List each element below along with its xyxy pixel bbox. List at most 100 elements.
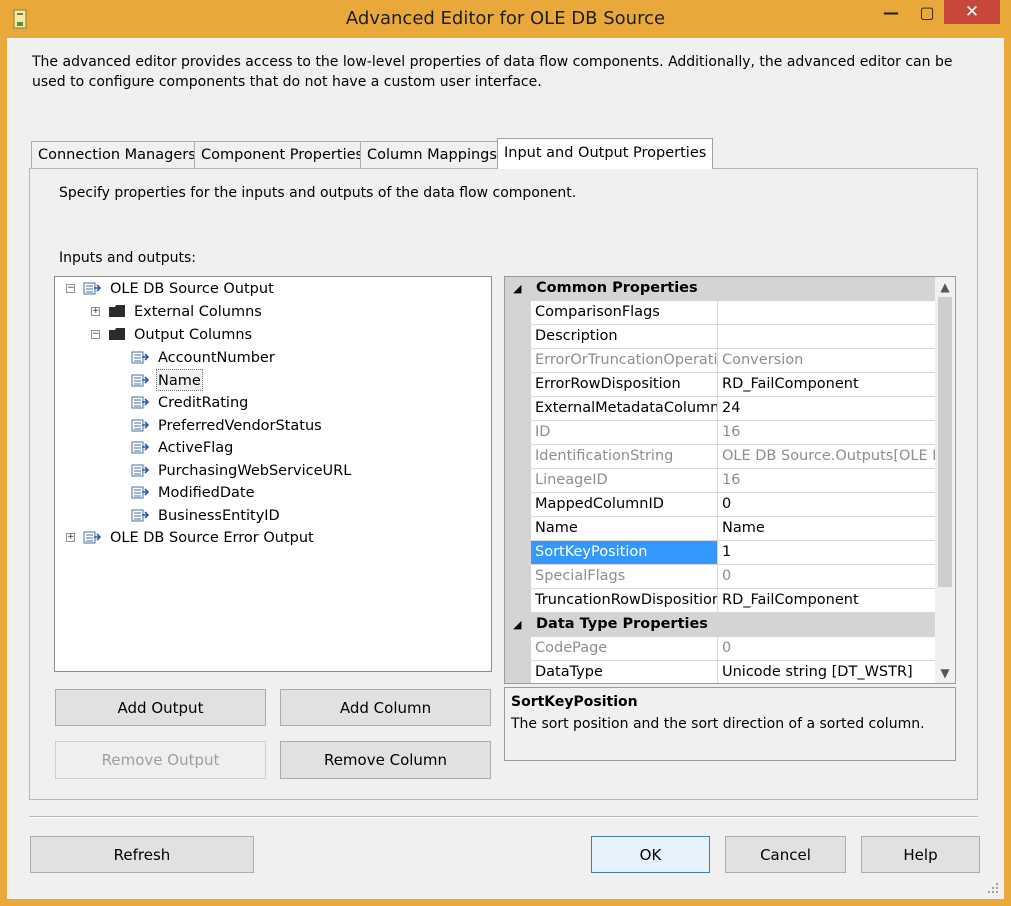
tab-panel: Specify properties for the inputs and ou… — [29, 168, 978, 800]
property-grid[interactable]: ◢ Common Properties ComparisonFlags Desc… — [504, 276, 956, 684]
help-text: The sort position and the sort direction… — [511, 716, 925, 732]
tree-node-column[interactable]: ActiveFlag — [158, 437, 233, 459]
property-row[interactable]: CodePage 0 — [505, 637, 935, 661]
tree-node-output-columns[interactable]: Output Columns — [134, 324, 252, 346]
property-row[interactable]: MappedColumnID 0 — [505, 493, 935, 517]
property-value[interactable]: Name — [718, 517, 935, 541]
property-help-box: SortKeyPosition The sort position and th… — [504, 687, 956, 761]
tree-node-column[interactable]: AccountNumber — [158, 347, 275, 369]
property-value: Conversion — [718, 349, 935, 373]
tree-node-column[interactable]: BusinessEntityID — [158, 505, 280, 527]
property-grid-scrollbar[interactable]: ▲ ▼ — [935, 277, 955, 683]
scroll-down-icon[interactable]: ▼ — [935, 663, 955, 683]
property-row[interactable]: IdentificationString OLE DB Source.Outpu… — [505, 445, 935, 469]
property-row[interactable]: ExternalMetadataColumnID 24 — [505, 397, 935, 421]
remove-column-button[interactable]: Remove Column — [280, 741, 491, 779]
property-row[interactable]: DataType Unicode string [DT_WSTR] — [505, 661, 935, 683]
property-name: ComparisonFlags — [531, 301, 718, 325]
tree-node-external-columns[interactable]: External Columns — [134, 301, 262, 323]
scroll-up-icon[interactable]: ▲ — [935, 277, 955, 297]
tree-node-column[interactable]: CreditRating — [158, 392, 248, 414]
tab-component-properties[interactable]: Component Properties — [194, 141, 371, 169]
tree-node-column[interactable]: PurchasingWebServiceURL — [158, 460, 351, 482]
advanced-editor-window: Advanced Editor for OLE DB Source — ▢ ✕ … — [0, 0, 1011, 906]
property-value: 0 — [718, 565, 935, 589]
collapse-caret-icon[interactable]: ◢ — [513, 613, 521, 636]
property-name: ID — [531, 421, 718, 445]
property-name: LineageID — [531, 469, 718, 493]
property-value[interactable]: 1 — [718, 541, 935, 565]
property-row-selected[interactable]: SortKeyPosition 1 — [505, 541, 935, 565]
property-name: Description — [531, 325, 718, 349]
property-row[interactable]: ErrorOrTruncationOperation Conversion — [505, 349, 935, 373]
property-value[interactable] — [718, 301, 935, 325]
property-name: Name — [531, 517, 718, 541]
property-value[interactable]: RD_FailComponent — [718, 373, 935, 397]
scroll-thumb[interactable] — [938, 297, 952, 587]
property-row[interactable]: TruncationRowDisposition RD_FailComponen… — [505, 589, 935, 613]
property-row[interactable]: Name Name — [505, 517, 935, 541]
close-button[interactable]: ✕ — [944, 0, 1000, 24]
tree-node-column-selected[interactable]: Name — [156, 369, 203, 391]
property-value[interactable] — [718, 325, 935, 349]
refresh-button[interactable]: Refresh — [30, 836, 254, 873]
property-row[interactable]: ComparisonFlags — [505, 301, 935, 325]
add-column-button[interactable]: Add Column — [280, 689, 491, 726]
inputs-outputs-tree[interactable]: − OLE DB Source Output + External Column… — [54, 276, 492, 672]
property-row[interactable]: ID 16 — [505, 421, 935, 445]
tree-node-column[interactable]: PreferredVendorStatus — [158, 415, 322, 437]
minimize-button[interactable]: — — [874, 0, 908, 24]
category-label: Common Properties — [536, 280, 698, 296]
property-name: SortKeyPosition — [531, 541, 718, 565]
minimize-icon: — — [883, 2, 899, 22]
property-row[interactable]: ErrorRowDisposition RD_FailComponent — [505, 373, 935, 397]
title-bar[interactable]: Advanced Editor for OLE DB Source — ▢ ✕ — [0, 0, 1011, 38]
property-value[interactable]: Unicode string [DT_WSTR] — [718, 661, 935, 683]
close-icon: ✕ — [964, 2, 980, 22]
property-row[interactable]: SpecialFlags 0 — [505, 565, 935, 589]
tab-column-mappings[interactable]: Column Mappings — [360, 141, 504, 169]
property-name: ExternalMetadataColumnID — [531, 397, 718, 421]
tab-connection-managers[interactable]: Connection Managers — [31, 141, 203, 169]
tree-node-column[interactable]: ModifiedDate — [158, 482, 255, 504]
property-name: ErrorOrTruncationOperation — [531, 349, 718, 373]
maximize-icon: ▢ — [919, 2, 935, 22]
ok-button[interactable]: OK — [591, 836, 710, 873]
folder-icon — [109, 305, 125, 317]
help-button[interactable]: Help — [861, 836, 980, 873]
remove-output-button[interactable]: Remove Output — [55, 741, 266, 779]
column-icon — [131, 351, 149, 364]
tree-node-ole-db-source-error-output[interactable]: OLE DB Source Error Output — [110, 527, 314, 549]
property-value: OLE DB Source.Outputs[OLE DB — [718, 445, 935, 469]
property-name: IdentificationString — [531, 445, 718, 469]
property-row[interactable]: LineageID 16 — [505, 469, 935, 493]
category-data-type-properties[interactable]: ◢ Data Type Properties — [505, 613, 935, 637]
property-value[interactable]: 0 — [718, 493, 935, 517]
column-icon — [131, 419, 149, 432]
resize-grip-icon[interactable] — [987, 882, 999, 894]
add-output-button[interactable]: Add Output — [55, 689, 266, 726]
property-name: SpecialFlags — [531, 565, 718, 589]
output-icon — [83, 531, 101, 544]
property-row[interactable]: Description — [505, 325, 935, 349]
column-icon — [131, 486, 149, 499]
tree-node-ole-db-source-output[interactable]: OLE DB Source Output — [110, 278, 274, 300]
cancel-button[interactable]: Cancel — [725, 836, 846, 873]
expand-toggle[interactable]: + — [66, 533, 75, 542]
tab-input-and-output-properties[interactable]: Input and Output Properties — [497, 138, 714, 169]
collapse-toggle[interactable]: − — [91, 330, 100, 339]
maximize-button[interactable]: ▢ — [910, 0, 944, 24]
column-icon — [131, 509, 149, 522]
property-name: DataType — [531, 661, 718, 683]
footer-separator — [29, 816, 978, 818]
expand-toggle[interactable]: + — [91, 307, 100, 316]
property-value[interactable]: 24 — [718, 397, 935, 421]
column-icon — [131, 441, 149, 454]
category-common-properties[interactable]: ◢ Common Properties — [505, 277, 935, 301]
tab-label: Connection Managers — [38, 147, 196, 163]
collapse-toggle[interactable]: − — [66, 284, 75, 293]
collapse-caret-icon[interactable]: ◢ — [513, 277, 521, 300]
tab-label: Input and Output Properties — [504, 145, 707, 161]
property-value[interactable]: RD_FailComponent — [718, 589, 935, 613]
column-icon — [131, 374, 149, 387]
